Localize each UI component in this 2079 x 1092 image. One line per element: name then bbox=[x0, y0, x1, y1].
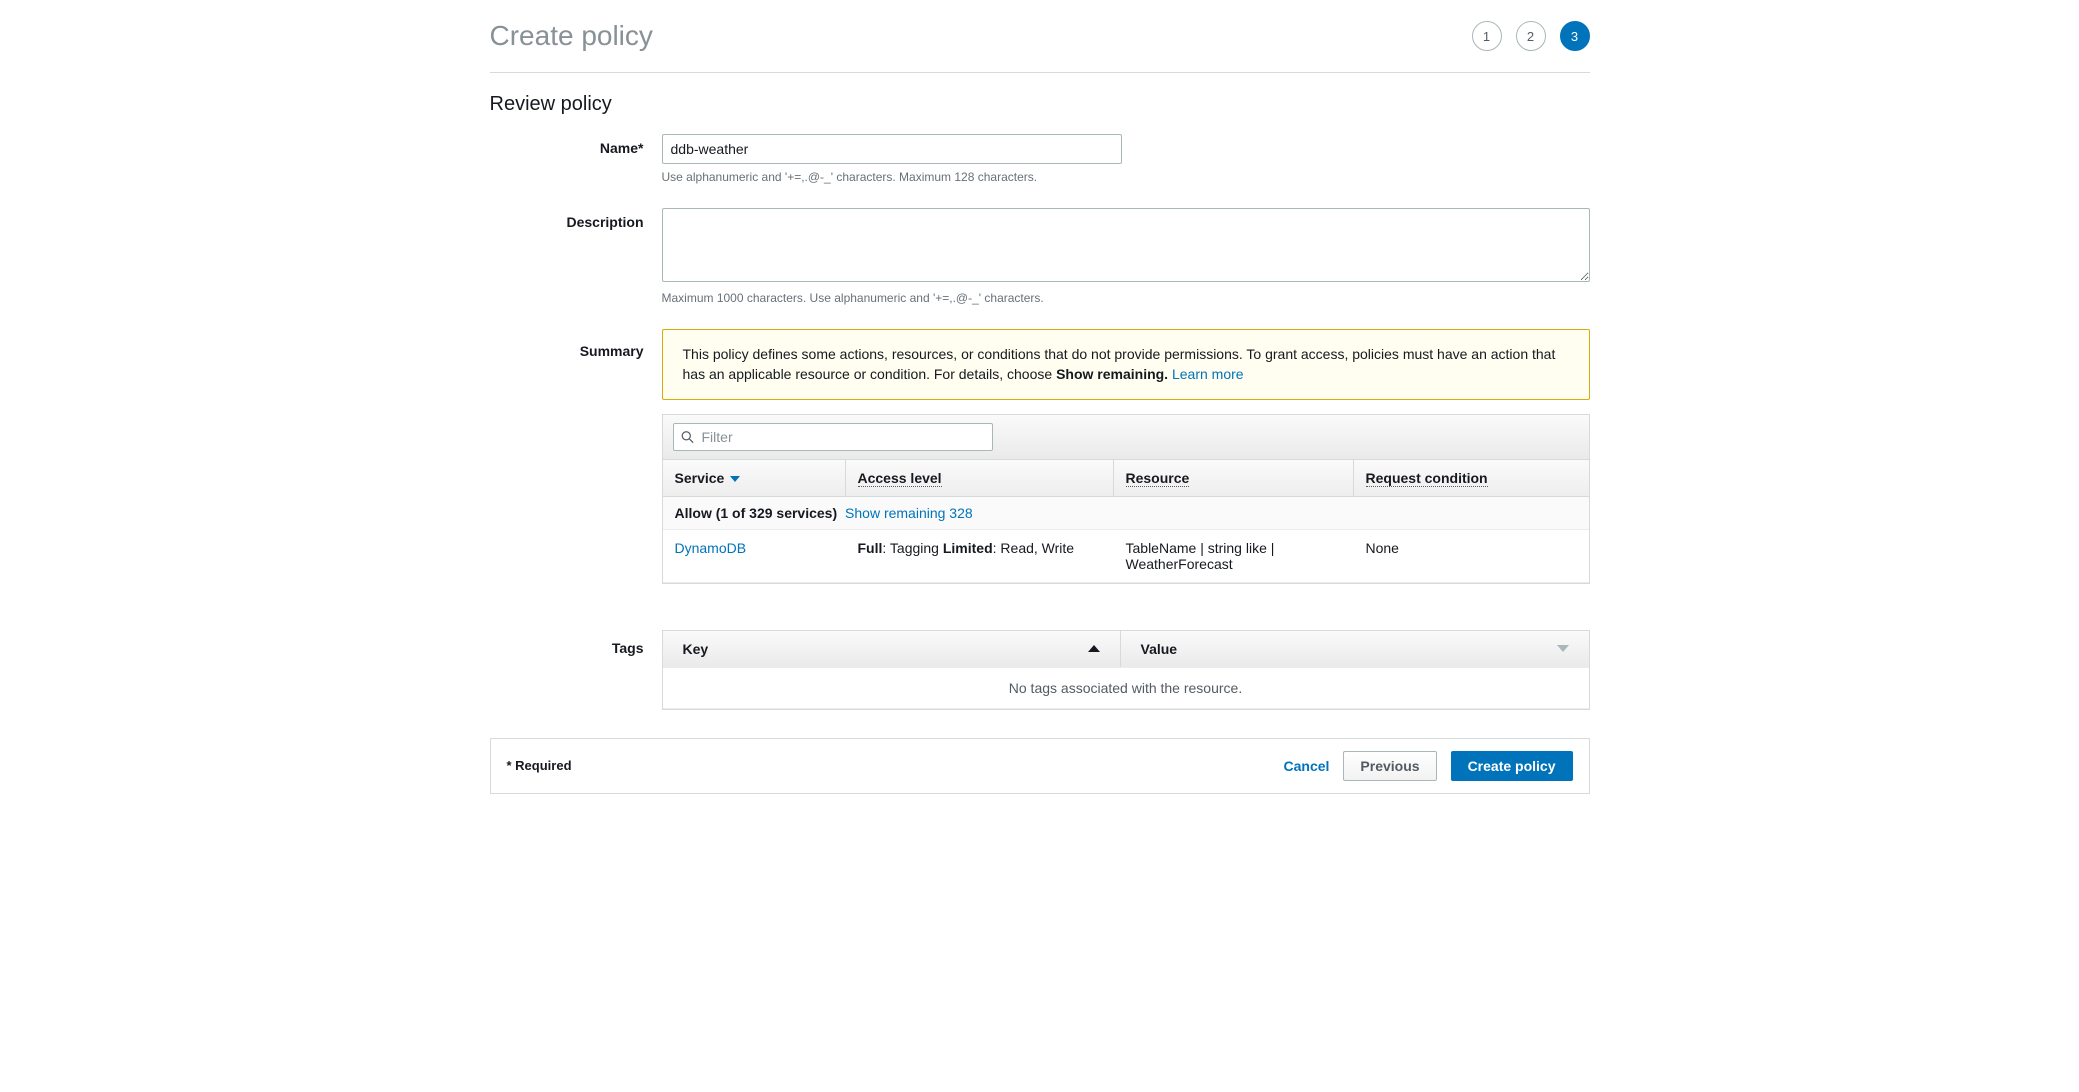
row-summary: Summary This policy defines some actions… bbox=[490, 329, 1590, 584]
tags-empty-message: No tags associated with the resource. bbox=[663, 667, 1589, 709]
name-hint: Use alphanumeric and '+=,.@-_' character… bbox=[662, 170, 1590, 184]
allow-label: Allow (1 of 329 services) bbox=[675, 505, 838, 521]
tags-table: Key Value No tags associated with the re… bbox=[662, 630, 1590, 710]
footer-bar: * Required Cancel Previous Create policy bbox=[490, 738, 1590, 794]
description-hint: Maximum 1000 characters. Use alphanumeri… bbox=[662, 291, 1590, 305]
tags-col-value[interactable]: Value bbox=[1121, 631, 1589, 667]
show-remaining-link[interactable]: Show remaining 328 bbox=[845, 505, 973, 521]
sort-desc-icon bbox=[1557, 645, 1569, 652]
description-label: Description bbox=[490, 208, 662, 323]
name-label: Name* bbox=[490, 134, 662, 202]
row-description: Description Maximum 1000 characters. Use… bbox=[490, 208, 1590, 323]
create-policy-button[interactable]: Create policy bbox=[1451, 751, 1573, 781]
tags-col-key[interactable]: Key bbox=[663, 631, 1121, 667]
name-input[interactable] bbox=[662, 134, 1122, 164]
description-input[interactable] bbox=[662, 208, 1590, 282]
wizard-step-1[interactable]: 1 bbox=[1472, 21, 1502, 51]
wizard-step-2[interactable]: 2 bbox=[1516, 21, 1546, 51]
summary-warning: This policy defines some actions, resour… bbox=[662, 329, 1590, 400]
col-request-condition[interactable]: Request condition bbox=[1354, 460, 1589, 496]
filter-bar bbox=[663, 415, 1589, 460]
cell-condition: None bbox=[1354, 530, 1589, 582]
required-note: * Required bbox=[507, 758, 572, 773]
page-title: Create policy bbox=[490, 20, 653, 52]
warning-strong: Show remaining. bbox=[1056, 366, 1168, 382]
col-service[interactable]: Service bbox=[663, 460, 846, 496]
filter-input[interactable] bbox=[673, 423, 993, 451]
col-resource[interactable]: Resource bbox=[1114, 460, 1354, 496]
service-dynamodb-link[interactable]: DynamoDB bbox=[675, 540, 747, 556]
cell-resource: TableName | string like | WeatherForecas… bbox=[1114, 530, 1354, 582]
cancel-button[interactable]: Cancel bbox=[1284, 758, 1330, 774]
wizard-steps: 1 2 3 bbox=[1472, 21, 1590, 51]
summary-table-head: Service Access level Resource Request co… bbox=[663, 460, 1589, 497]
summary-label: Summary bbox=[490, 329, 662, 584]
row-name: Name* Use alphanumeric and '+=,.@-_' cha… bbox=[490, 134, 1590, 202]
previous-button[interactable]: Previous bbox=[1343, 751, 1436, 781]
sort-asc-icon bbox=[1088, 645, 1100, 652]
caret-down-icon bbox=[730, 476, 740, 482]
page-header: Create policy 1 2 3 bbox=[490, 20, 1590, 73]
row-tags: Tags Key Value No tags associated with t… bbox=[490, 630, 1590, 710]
col-access-level[interactable]: Access level bbox=[846, 460, 1114, 496]
wizard-step-3[interactable]: 3 bbox=[1560, 21, 1590, 51]
section-title: Review policy bbox=[490, 93, 1590, 116]
cell-access-level: Full: Tagging Limited: Read, Write bbox=[846, 530, 1114, 582]
summary-table: Service Access level Resource Request co… bbox=[662, 414, 1590, 584]
tags-table-head: Key Value bbox=[663, 631, 1589, 667]
allow-summary-row: Allow (1 of 329 services) Show remaining… bbox=[663, 497, 1589, 530]
table-row: DynamoDB Full: Tagging Limited: Read, Wr… bbox=[663, 530, 1589, 583]
learn-more-link[interactable]: Learn more bbox=[1172, 366, 1244, 382]
tags-label: Tags bbox=[490, 630, 662, 710]
